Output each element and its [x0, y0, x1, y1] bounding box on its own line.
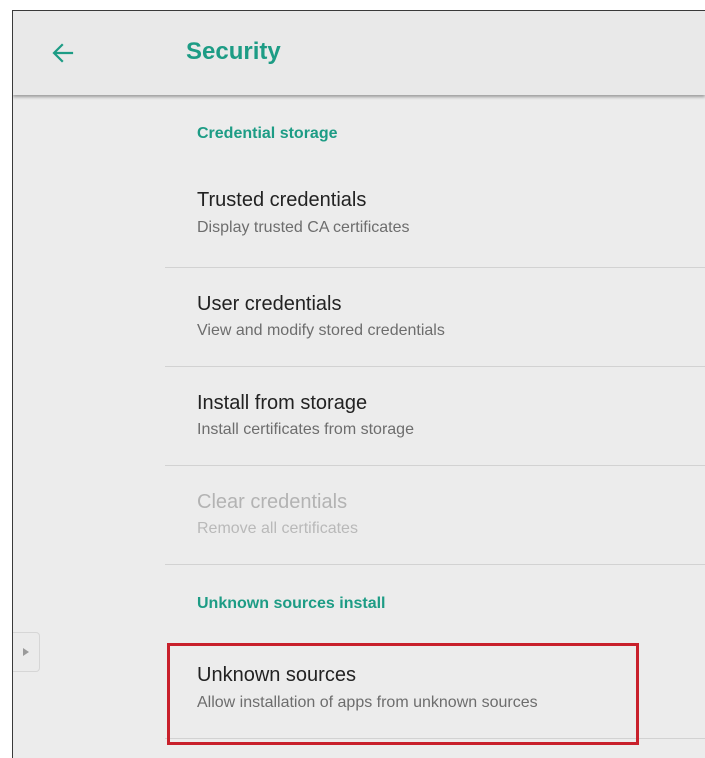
- item-subtitle: Remove all certificates: [197, 520, 358, 537]
- settings-item-trusted-credentials[interactable]: Trusted credentials Display trusted CA c…: [165, 179, 705, 267]
- settings-list: Credential storage Trusted credentials D…: [165, 95, 705, 758]
- arrow-left-icon: [52, 43, 74, 63]
- settings-item-clear-credentials: Clear credentials Remove all certificate…: [165, 466, 705, 564]
- triangle-right-icon: [23, 648, 29, 656]
- item-title: Clear credentials: [197, 491, 348, 513]
- settings-item-install-from-storage[interactable]: Install from storage Install certificate…: [165, 367, 705, 465]
- item-title: User credentials: [197, 293, 342, 315]
- settings-item-unknown-sources[interactable]: Unknown sources Allow installation of ap…: [165, 640, 705, 738]
- divider: [165, 738, 705, 739]
- item-subtitle: Allow installation of apps from unknown …: [197, 694, 538, 711]
- item-subtitle: Install certificates from storage: [197, 421, 414, 438]
- side-drawer-handle[interactable]: [13, 632, 40, 672]
- item-title: Unknown sources: [197, 664, 356, 686]
- page-title: Security: [186, 38, 281, 65]
- back-button[interactable]: [43, 33, 83, 73]
- settings-window: Security Credential storage Trusted cred…: [12, 10, 705, 758]
- item-title: Trusted credentials: [197, 189, 367, 211]
- item-subtitle: Display trusted CA certificates: [197, 219, 410, 236]
- app-bar: Security: [13, 11, 705, 95]
- settings-item-user-credentials[interactable]: User credentials View and modify stored …: [165, 268, 705, 366]
- section-header-unknown-sources: Unknown sources install: [197, 595, 386, 612]
- section-header-credential-storage: Credential storage: [197, 125, 338, 142]
- item-title: Install from storage: [197, 392, 368, 414]
- item-subtitle: View and modify stored credentials: [197, 322, 445, 339]
- divider: [165, 564, 705, 565]
